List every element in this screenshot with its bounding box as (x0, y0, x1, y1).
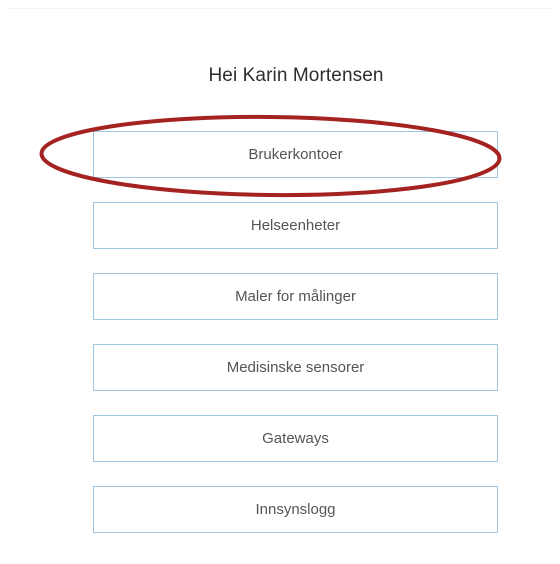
top-divider (10, 8, 550, 9)
medical-sensors-button[interactable]: Medisinske sensorer (93, 344, 498, 391)
measurement-templates-button[interactable]: Maler for målinger (93, 273, 498, 320)
health-units-button[interactable]: Helseenheter (93, 202, 498, 249)
access-log-button[interactable]: Innsynslogg (93, 486, 498, 533)
greeting-heading: Hei Karin Mortensen (208, 65, 384, 86)
user-accounts-button[interactable]: Brukerkontoer (93, 131, 498, 178)
main-menu: Brukerkontoer Helseenheter Maler for mål… (93, 131, 498, 557)
gateways-button[interactable]: Gateways (93, 415, 498, 462)
